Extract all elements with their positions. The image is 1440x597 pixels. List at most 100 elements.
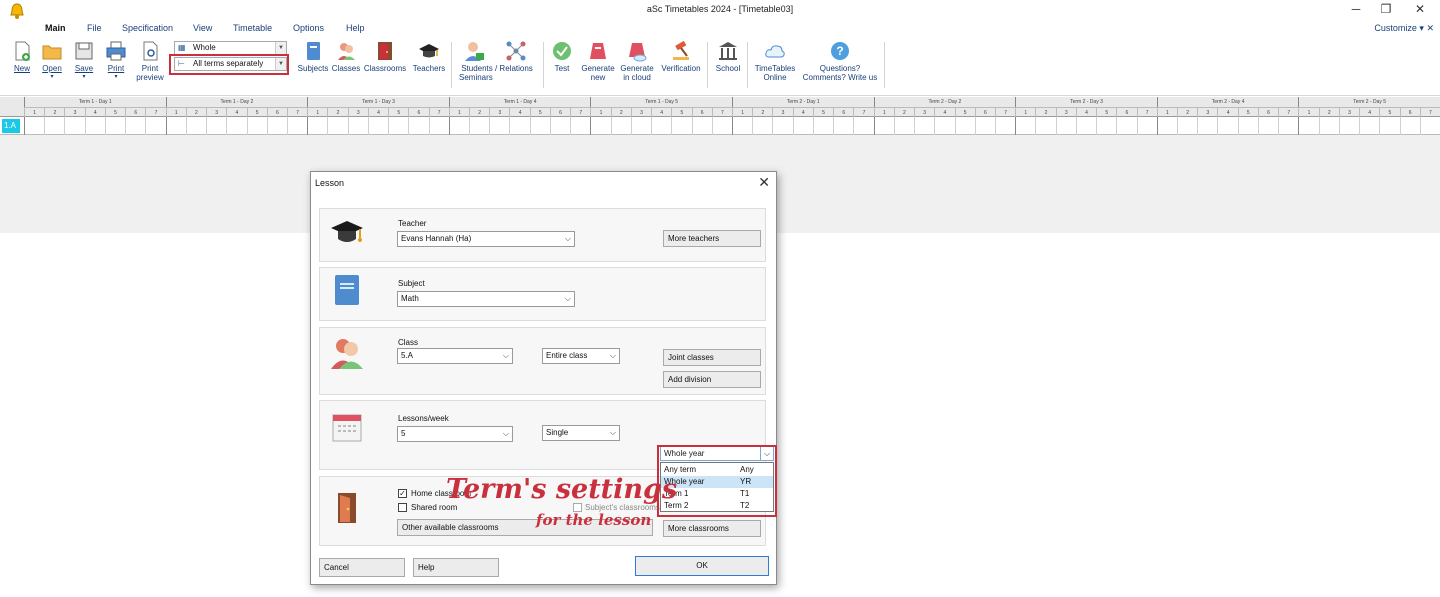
cell-divider [812, 117, 814, 135]
close-button[interactable]: ✕ [1410, 1, 1430, 17]
students-relations-button[interactable]: Students / Relations Seminars [455, 40, 539, 82]
graduation-cap-icon [331, 221, 363, 242]
teacher-select[interactable]: Evans Hannah (Ha) ⌵ [397, 231, 575, 247]
menu-specification[interactable]: Specification [122, 23, 173, 33]
home-classroom-checkbox[interactable]: ✓ [398, 489, 407, 498]
period-header: 7 [145, 107, 166, 117]
generate-new-button[interactable]: Generate new [578, 40, 618, 82]
door-icon [338, 493, 356, 523]
menu-timetable[interactable]: Timetable [233, 23, 272, 33]
period-header: 2 [752, 107, 773, 117]
dialog-title: Lesson [315, 178, 345, 188]
period-header: 6 [1257, 107, 1279, 117]
printer-icon [106, 41, 126, 61]
period-header: 5 [104, 107, 126, 117]
period-header: 7 [1278, 107, 1299, 117]
subject-label: Subject [398, 279, 425, 288]
chevron-down-icon[interactable]: ▼ [275, 42, 286, 54]
terms-combo-highlight [169, 54, 289, 75]
joint-classes-button[interactable]: Joint classes [663, 349, 761, 366]
menu-help[interactable]: Help [346, 23, 365, 33]
annotation-subtitle: for the lesson [536, 511, 652, 529]
cell-divider [428, 117, 430, 135]
shared-room-checkbox[interactable] [398, 503, 407, 512]
cell-divider [185, 117, 187, 135]
lessons-week-select[interactable]: 5 ⌵ [397, 426, 513, 442]
ok-button[interactable]: OK [635, 556, 769, 576]
add-division-button[interactable]: Add division [663, 371, 761, 388]
period-header: 6 [549, 107, 571, 117]
period-header: 5 [1237, 107, 1258, 117]
day-divider [1156, 117, 1158, 135]
cell-divider [1278, 117, 1280, 135]
separator [884, 42, 885, 88]
close-icon[interactable]: ✕ [758, 174, 770, 191]
more-classrooms-button[interactable]: More classrooms [663, 520, 761, 537]
lesson-length-select[interactable]: Single ⌵ [542, 425, 620, 441]
division-select[interactable]: Entire class ⌵ [542, 348, 620, 364]
school-button[interactable]: School [712, 40, 744, 73]
table-row[interactable]: 1.A [0, 117, 1440, 135]
separator [747, 42, 748, 88]
save-button[interactable]: Save ▾ [70, 40, 98, 82]
period-header: 6 [974, 107, 995, 117]
period-header: 7 [286, 107, 308, 117]
print-preview-button[interactable]: Print preview [134, 40, 166, 82]
cell-divider [489, 117, 491, 135]
cell-divider [914, 117, 916, 135]
period-header: 3 [914, 107, 935, 117]
cell-divider [671, 117, 673, 135]
cancel-button[interactable]: Cancel [319, 558, 405, 577]
new-button[interactable]: New [8, 40, 36, 73]
classrooms-button[interactable]: Classrooms [362, 40, 408, 73]
cell-divider [145, 117, 147, 135]
generate-cloud-button[interactable]: Generate in cloud [618, 40, 656, 82]
period-header: 4 [367, 107, 389, 117]
class-row-label[interactable]: 1.A [2, 119, 20, 133]
view-combo[interactable]: ▦ Whole ▼ [174, 41, 287, 55]
cell-divider [286, 117, 288, 135]
generate-icon [590, 43, 606, 59]
menu-options[interactable]: Options [293, 23, 324, 33]
open-button[interactable]: Open ▾ [38, 40, 66, 82]
print-button[interactable]: Print ▾ [102, 40, 130, 82]
chevron-down-icon: ⌵ [609, 428, 616, 437]
menu-main[interactable]: Main [45, 23, 66, 33]
cell-divider [1055, 117, 1057, 135]
students-icon [331, 339, 363, 369]
more-teachers-button[interactable]: More teachers [663, 230, 761, 247]
day-divider [1015, 117, 1017, 135]
teachers-button[interactable]: Teachers [410, 40, 448, 73]
menu-file[interactable]: File [87, 23, 102, 33]
class-label: Class [398, 338, 419, 347]
classes-button[interactable]: Classes [331, 40, 361, 73]
cell-divider [388, 117, 390, 135]
period-header: 2 [44, 107, 65, 117]
cell-divider [570, 117, 572, 135]
relations-icon [506, 41, 526, 61]
calendar-icon [332, 414, 362, 442]
day-divider [1298, 117, 1300, 135]
customize-menu[interactable]: Customize ▾ ✕ [1374, 23, 1434, 34]
class-select[interactable]: 5.A ⌵ [397, 348, 513, 364]
period-header: 4 [84, 107, 105, 117]
cell-divider [327, 117, 329, 135]
period-header: 2 [327, 107, 348, 117]
day-header: Term 1 - Day 1 [24, 97, 166, 107]
timetables-online-button[interactable]: TimeTables Online [752, 40, 798, 82]
verification-button[interactable]: Verification [658, 40, 704, 73]
menu-bar: Main File Specification View Timetable O… [0, 20, 1440, 38]
help-button[interactable]: Help [413, 558, 499, 577]
cell-divider [64, 117, 66, 135]
menu-view[interactable]: View [193, 23, 212, 33]
period-header: 5 [529, 107, 550, 117]
cell-divider [1075, 117, 1077, 135]
period-header: 2 [469, 107, 490, 117]
restore-button[interactable]: ❐ [1376, 1, 1396, 17]
questions-button[interactable]: ? Questions? Comments? Write us [800, 40, 880, 82]
test-button[interactable]: Test [549, 40, 575, 73]
period-header: 3 [206, 107, 227, 117]
subjects-button[interactable]: Subjects [296, 40, 330, 73]
subject-select[interactable]: Math ⌵ [397, 291, 575, 307]
minimize-button[interactable]: ─ [1346, 1, 1366, 17]
